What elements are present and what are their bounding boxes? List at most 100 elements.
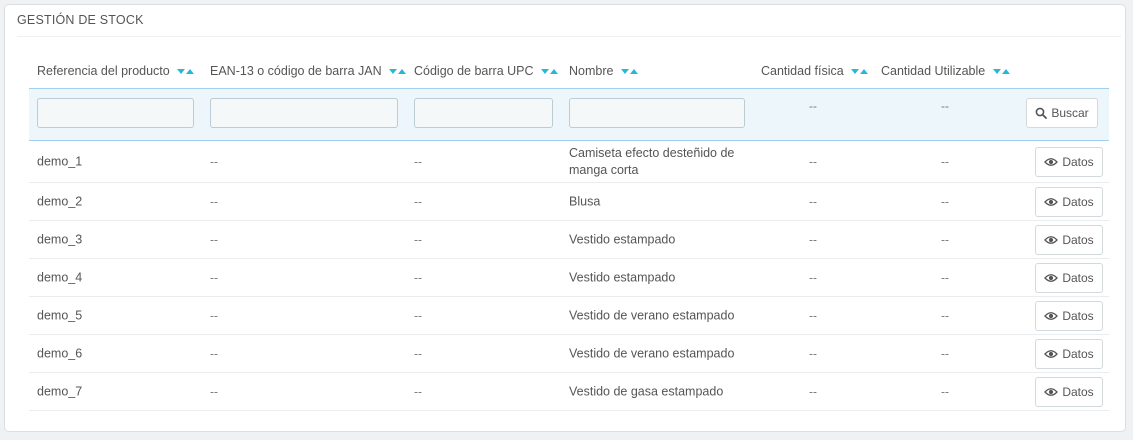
cell-upc: -- — [414, 154, 422, 168]
filter-physical-placeholder: -- — [809, 99, 817, 113]
view-details-button[interactable]: Datos — [1035, 146, 1103, 177]
column-label: Código de barra UPC — [414, 64, 534, 78]
table-row: demo_2 -- -- Blusa -- -- Datos — [29, 183, 1109, 221]
filter-row: -- -- Buscar — [29, 89, 1109, 141]
sort-asc-icon[interactable] — [629, 68, 638, 74]
eye-icon — [1044, 157, 1059, 167]
filter-usable-placeholder: -- — [941, 99, 949, 113]
view-details-button[interactable]: Datos — [1035, 376, 1103, 407]
cell-physical: -- — [809, 346, 817, 360]
cell-ean: -- — [210, 308, 218, 322]
view-details-label: Datos — [1062, 384, 1094, 399]
sort-desc-icon[interactable] — [541, 68, 549, 74]
cell-reference: demo_5 — [37, 308, 83, 322]
cell-name: Vestido estampado — [569, 232, 676, 246]
view-details-label: Datos — [1062, 154, 1094, 169]
sort-controls — [176, 65, 195, 79]
column-label: Referencia del producto — [37, 64, 170, 78]
cell-upc: -- — [414, 308, 422, 322]
eye-icon — [1044, 235, 1059, 245]
table-row: demo_5 -- -- Vestido de verano estampado… — [29, 297, 1109, 335]
sort-asc-icon[interactable] — [398, 68, 407, 74]
column-header-usable: Cantidad Utilizable — [881, 64, 1010, 79]
table-row: demo_3 -- -- Vestido estampado -- -- Dat… — [29, 221, 1109, 259]
sort-desc-icon[interactable] — [389, 68, 398, 74]
filter-ean-input[interactable] — [210, 98, 398, 128]
sort-controls — [620, 65, 638, 79]
eye-icon — [1044, 387, 1059, 397]
sort-asc-icon[interactable] — [550, 68, 558, 74]
table-header: Referencia del producto EAN-13 o código … — [29, 51, 1109, 89]
panel-title: GESTIÓN DE STOCK — [17, 13, 144, 27]
table-row: demo_1 -- -- Camiseta efecto desteñido d… — [29, 141, 1109, 183]
search-icon — [1035, 107, 1048, 119]
table-row: demo_4 -- -- Vestido estampado -- -- Dat… — [29, 259, 1109, 297]
view-details-button[interactable]: Datos — [1035, 186, 1103, 217]
cell-reference: demo_3 — [37, 232, 83, 246]
cell-upc: -- — [414, 194, 422, 208]
search-button-label: Buscar — [1051, 106, 1089, 120]
cell-name: Blusa — [569, 194, 601, 208]
filter-upc-input[interactable] — [414, 98, 553, 128]
sort-asc-icon[interactable] — [860, 68, 869, 74]
column-header-physical: Cantidad física — [761, 64, 869, 79]
sort-asc-icon[interactable] — [186, 68, 195, 74]
cell-usable: -- — [941, 270, 949, 284]
view-details-label: Datos — [1062, 346, 1094, 361]
view-details-button[interactable]: Datos — [1035, 262, 1103, 293]
eye-icon — [1044, 311, 1059, 321]
cell-name: Camiseta efecto desteñido de manga corta — [569, 145, 735, 177]
table-row: demo_6 -- -- Vestido de verano estampado… — [29, 335, 1109, 373]
cell-ean: -- — [210, 194, 218, 208]
eye-icon — [1044, 349, 1059, 359]
cell-physical: -- — [809, 154, 817, 168]
view-details-label: Datos — [1062, 232, 1094, 247]
sort-controls — [540, 65, 558, 79]
column-label: Nombre — [569, 64, 614, 78]
column-label: Cantidad Utilizable — [881, 64, 986, 78]
sort-desc-icon[interactable] — [177, 68, 186, 74]
view-details-label: Datos — [1062, 194, 1094, 209]
view-details-button[interactable]: Datos — [1035, 300, 1103, 331]
column-header-name: Nombre — [569, 64, 638, 79]
cell-physical: -- — [809, 232, 817, 246]
cell-ean: -- — [210, 384, 218, 398]
table-row: demo_7 -- -- Vestido de gasa estampado -… — [29, 373, 1109, 411]
eye-icon — [1044, 197, 1059, 207]
cell-name: Vestido de gasa estampado — [569, 384, 724, 398]
cell-upc: -- — [414, 232, 422, 246]
cell-usable: -- — [941, 308, 949, 322]
cell-usable: -- — [941, 194, 949, 208]
stock-table: Referencia del producto EAN-13 o código … — [29, 51, 1109, 411]
cell-ean: -- — [210, 154, 218, 168]
table-body: demo_1 -- -- Camiseta efecto desteñido d… — [29, 141, 1109, 411]
view-details-button[interactable]: Datos — [1035, 338, 1103, 369]
column-header-ean: EAN-13 o código de barra JAN — [210, 64, 407, 79]
filter-name-input[interactable] — [569, 98, 745, 128]
cell-ean: -- — [210, 270, 218, 284]
filter-reference-input[interactable] — [37, 98, 194, 128]
view-details-button[interactable]: Datos — [1035, 224, 1103, 255]
sort-asc-icon[interactable] — [1001, 68, 1010, 74]
sort-controls — [992, 65, 1010, 79]
cell-reference: demo_4 — [37, 270, 83, 284]
column-header-reference: Referencia del producto — [37, 64, 195, 79]
search-button[interactable]: Buscar — [1026, 98, 1098, 128]
cell-reference: demo_7 — [37, 384, 83, 398]
cell-usable: -- — [941, 154, 949, 168]
sort-desc-icon[interactable] — [620, 68, 629, 74]
cell-upc: -- — [414, 270, 422, 284]
view-details-label: Datos — [1062, 308, 1094, 323]
sort-desc-icon[interactable] — [992, 68, 1001, 74]
cell-ean: -- — [210, 346, 218, 360]
stock-panel: GESTIÓN DE STOCK Referencia del producto… — [4, 4, 1126, 432]
cell-usable: -- — [941, 346, 949, 360]
cell-reference: demo_2 — [37, 194, 83, 208]
cell-physical: -- — [809, 270, 817, 284]
sort-desc-icon[interactable] — [851, 68, 860, 74]
column-label: Cantidad física — [761, 64, 844, 78]
cell-physical: -- — [809, 194, 817, 208]
column-label: EAN-13 o código de barra JAN — [210, 64, 382, 78]
sort-controls — [850, 65, 869, 79]
cell-upc: -- — [414, 384, 422, 398]
